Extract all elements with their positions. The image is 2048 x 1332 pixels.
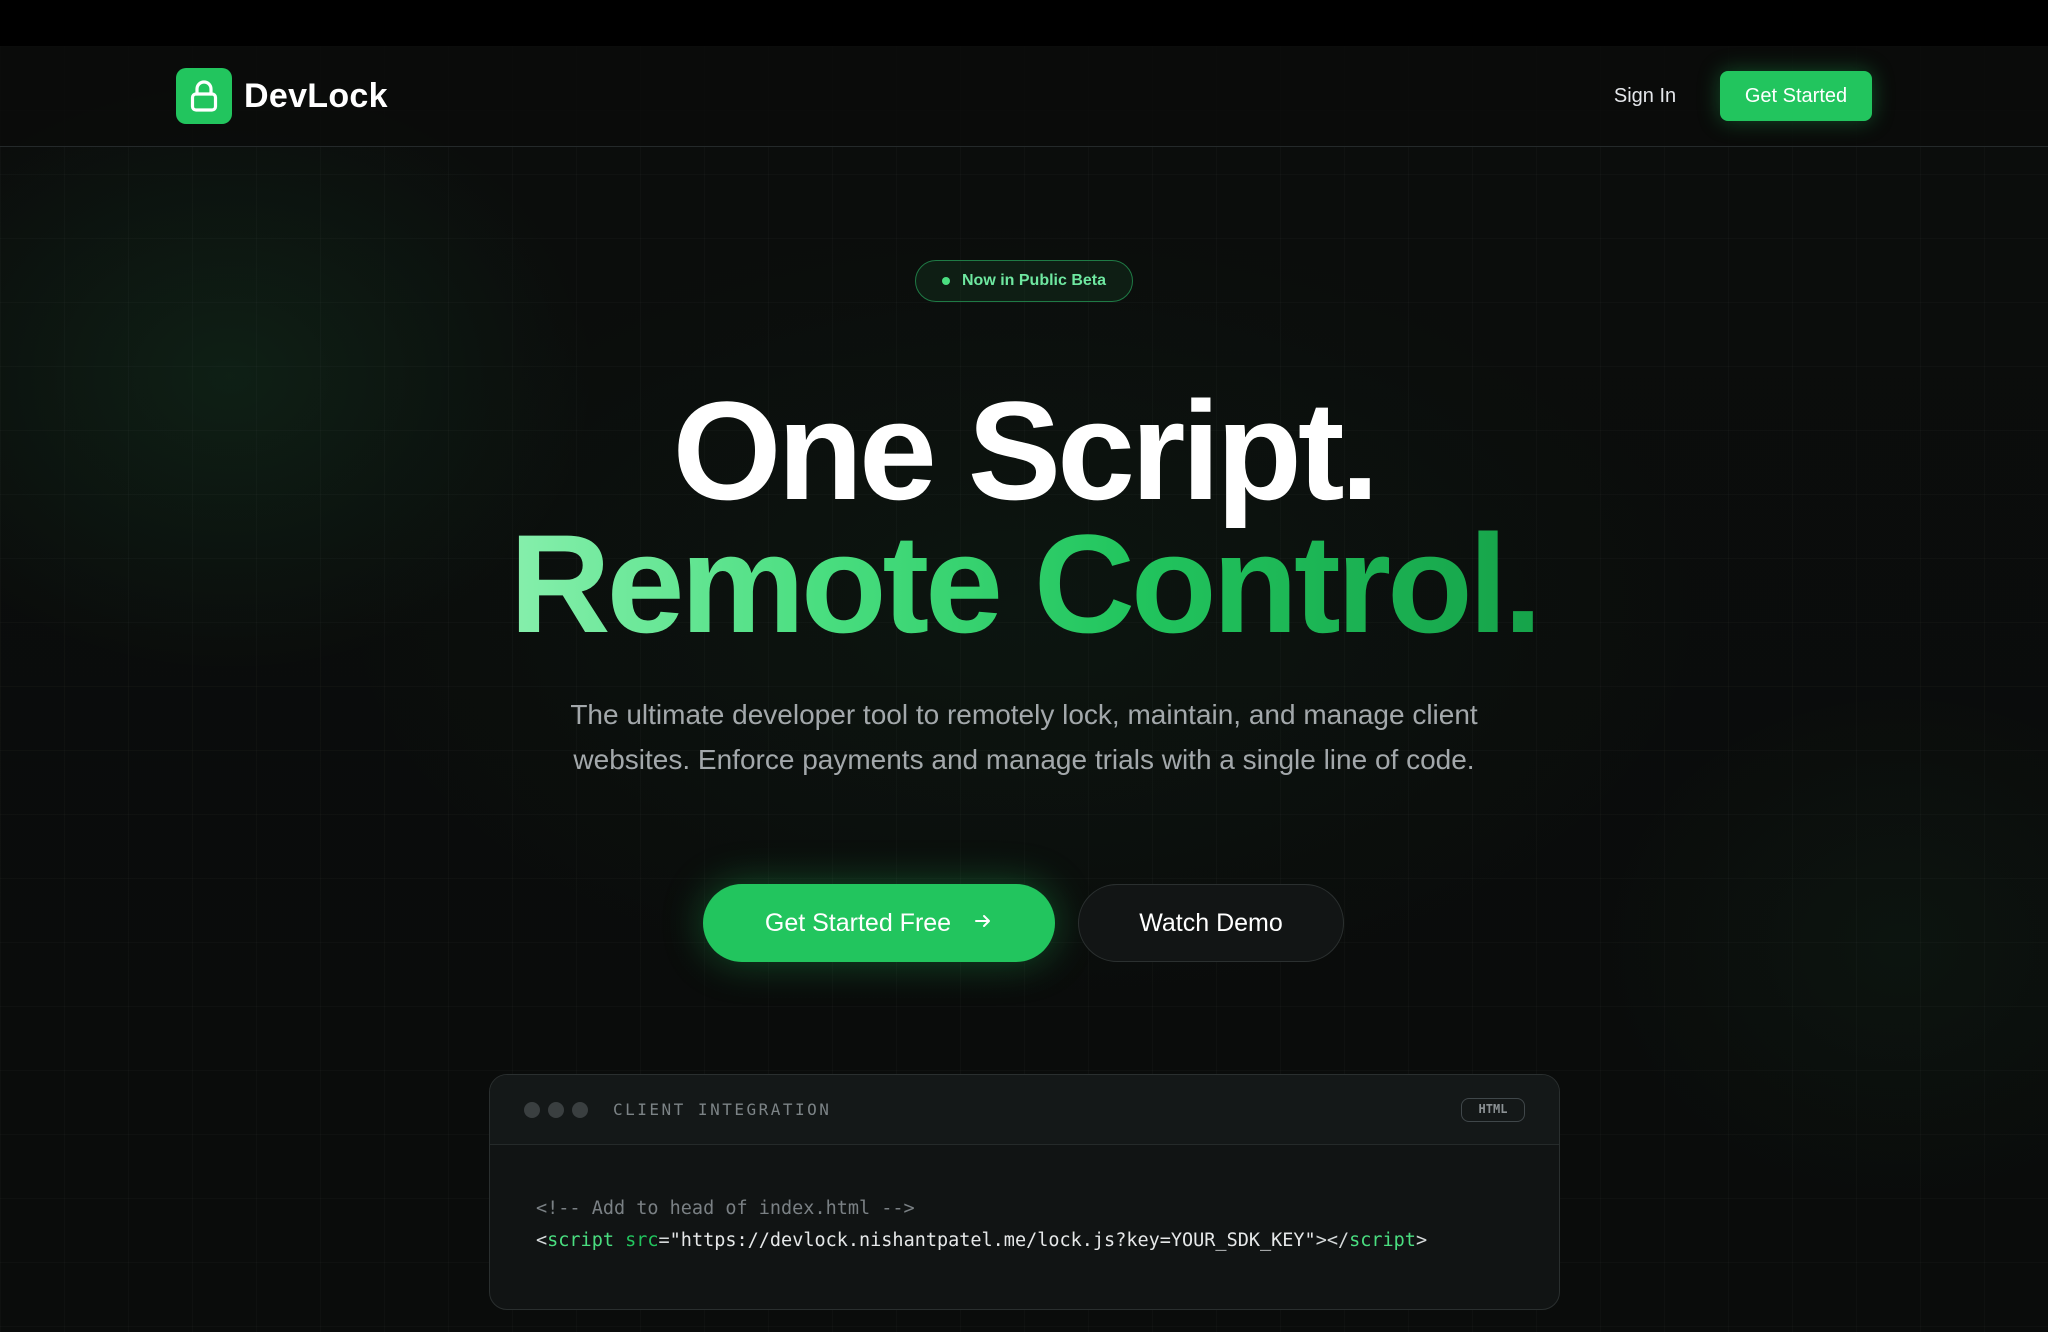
code-snippet-card: CLIENT INTEGRATION HTML <!-- Add to head… xyxy=(489,1074,1560,1310)
beta-badge: Now in Public Beta xyxy=(915,260,1133,302)
brand-link[interactable]: DevLock xyxy=(176,68,388,124)
window-dot-icon xyxy=(524,1102,540,1118)
get-started-free-button[interactable]: Get Started Free xyxy=(703,884,1055,962)
headline-line-2: Remote Control. xyxy=(0,504,2048,664)
watch-demo-button[interactable]: Watch Demo xyxy=(1078,884,1344,962)
language-badge: HTML xyxy=(1461,1098,1525,1122)
window-top-strip xyxy=(0,0,2048,46)
landing-page: DevLock Sign In Get Started Now in Publi… xyxy=(0,46,2048,1332)
code-card-header: CLIENT INTEGRATION HTML xyxy=(490,1075,1559,1145)
code-close-tag: script xyxy=(1349,1230,1416,1251)
status-dot-icon xyxy=(941,277,950,285)
get-started-button[interactable]: Get Started xyxy=(1720,71,1872,121)
code-comment-line: <!-- Add to head of index.html --> xyxy=(536,1198,915,1219)
code-script-line: <script src="https://devlock.nishantpate… xyxy=(536,1225,1427,1257)
lock-icon xyxy=(176,68,232,124)
code-card-title: CLIENT INTEGRATION xyxy=(613,1100,832,1119)
window-dot-icon xyxy=(572,1102,588,1118)
top-navigation: DevLock Sign In Get Started xyxy=(0,46,2048,147)
beta-badge-label: Now in Public Beta xyxy=(961,272,1106,289)
code-attribute: src xyxy=(625,1230,659,1251)
arrow-right-icon xyxy=(973,909,993,938)
sign-in-link[interactable]: Sign In xyxy=(1600,76,1690,116)
code-tag: script xyxy=(547,1230,614,1251)
get-started-free-label: Get Started Free xyxy=(764,908,952,937)
code-close-open: ></ xyxy=(1315,1230,1350,1251)
code-snippet[interactable]: <!-- Add to head of index.html --> <scrip… xyxy=(536,1193,1427,1257)
code-equals: = xyxy=(658,1230,670,1251)
code-close-bracket: > xyxy=(1415,1230,1428,1251)
code-attribute-value: "https://devlock.nishantpatel.me/lock.js… xyxy=(669,1230,1316,1251)
window-dots xyxy=(524,1102,588,1118)
window-dot-icon xyxy=(548,1102,564,1118)
headline-line-2-text: Remote Control. xyxy=(509,505,1543,662)
code-open-bracket: < xyxy=(536,1230,548,1251)
hero-subtitle: The ultimate developer tool to remotely … xyxy=(570,699,1478,775)
brand-name: DevLock xyxy=(244,76,388,115)
